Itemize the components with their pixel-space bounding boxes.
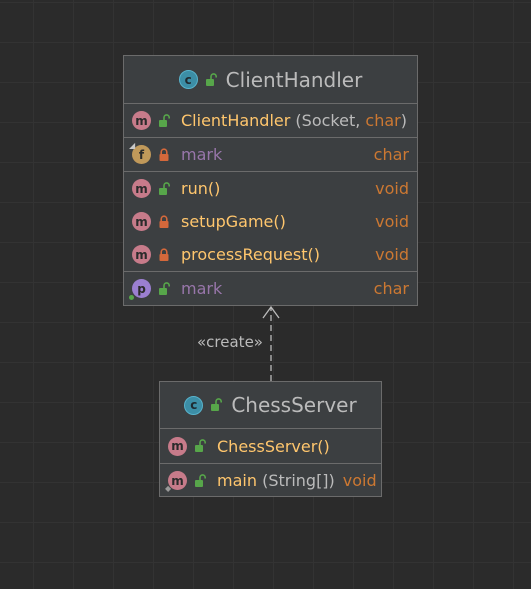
static-marker-icon: ◆ (165, 484, 172, 493)
create-dependency-arrow (262, 305, 280, 381)
public-lock-icon (194, 474, 207, 488)
method-row[interactable]: m ◆ main (String[]) void (160, 464, 381, 497)
close-paren: ) (328, 471, 335, 490)
static-method-icon: m ◆ (165, 471, 187, 493)
public-lock-icon (210, 398, 223, 412)
class-header: c ChessServer (160, 382, 381, 429)
open-paren: ( (256, 471, 269, 490)
class-box-chessserver[interactable]: c ChessServer m ChessServer() m ◆ main (S… (159, 381, 382, 497)
constructor-row[interactable]: m ChessServer() (160, 429, 381, 463)
constructor-name: ChessServer() (217, 436, 330, 456)
constructors-section: m ChessServer() (160, 429, 381, 464)
method-name: main (217, 471, 257, 490)
method-return-type: void (342, 471, 377, 490)
relation-label: «create» (197, 333, 263, 351)
diagram-canvas: c ClientHandler m ClientHandler (Socket,… (0, 0, 531, 589)
method-icon: m (168, 436, 187, 456)
runnable-class-icon: c (184, 395, 204, 415)
methods-section: m ◆ main (String[]) void (160, 464, 381, 497)
public-lock-icon (194, 439, 207, 453)
param-type: String[] (268, 471, 329, 490)
class-name: ChessServer (231, 393, 357, 417)
